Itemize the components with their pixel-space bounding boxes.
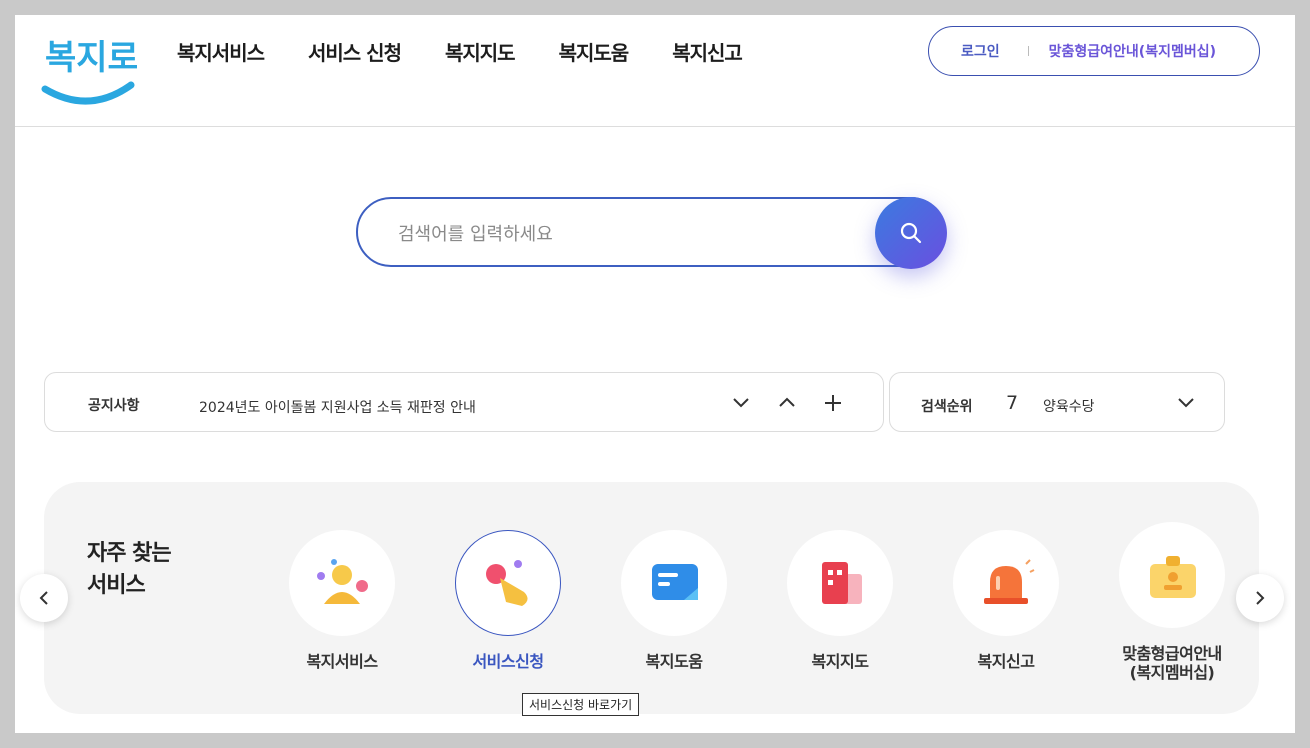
nav-welfare-report[interactable]: 복지신고 <box>672 37 743 66</box>
service-label-line1: 맞춤형급여안내 <box>1122 644 1222 663</box>
service-welfare[interactable]: 복지서비스 <box>272 530 412 671</box>
site-header: 복지로 복지서비스 서비스 신청 복지지도 복지도움 복지신고 로그인 맞춤형급… <box>15 15 1295 127</box>
tooltip: 서비스신청 바로가기 <box>522 693 640 716</box>
service-label: 복지서비스 <box>272 652 412 671</box>
search-bar <box>356 197 947 269</box>
service-label: 복지신고 <box>936 652 1076 671</box>
plus-icon[interactable] <box>823 393 843 413</box>
rank-term[interactable]: 양육수당 <box>1043 396 1095 416</box>
divider <box>1027 46 1029 56</box>
frequent-services: 자주 찾는 서비스 복지서비스 서비스신청 복지도움 복지지도 복지신고 맞춤형… <box>44 482 1259 714</box>
service-icon-circle <box>787 530 893 636</box>
service-label: 복지지도 <box>770 652 910 671</box>
service-label-line1: 복지신고 <box>977 652 1035 671</box>
hand-tap-icon <box>486 560 528 606</box>
chevron-right-icon <box>1256 591 1265 605</box>
building-icon <box>822 562 862 604</box>
rank-number: 7 <box>1006 392 1019 414</box>
services-title: 자주 찾는 서비스 <box>87 538 172 602</box>
service-map[interactable]: 복지지도 <box>770 530 910 671</box>
service-label-line1: 복지도움 <box>645 652 703 671</box>
notice-bar: 공지사항 2024년도 아이돌봄 지원사업 소득 재판정 안내 <box>44 372 884 432</box>
service-membership[interactable]: 맞춤형급여안내 (복지멤버십) <box>1102 522 1242 682</box>
service-label-line1: 복지지도 <box>811 652 869 671</box>
notice-label: 공지사항 <box>88 398 140 414</box>
chevron-down-icon[interactable] <box>1176 393 1196 413</box>
service-icon-circle <box>1119 522 1225 628</box>
service-help[interactable]: 복지도움 <box>604 530 744 671</box>
search-button[interactable] <box>875 197 947 269</box>
chevron-down-icon[interactable] <box>731 393 751 413</box>
services-title-line2: 서비스 <box>87 573 146 598</box>
person-icon <box>317 559 368 604</box>
nav-service-apply[interactable]: 서비스 신청 <box>308 37 402 66</box>
nav-welfare-help[interactable]: 복지도움 <box>559 37 630 66</box>
carousel-prev-button[interactable] <box>20 574 68 622</box>
page-frame: 복지로 복지서비스 서비스 신청 복지지도 복지도움 복지신고 로그인 맞춤형급… <box>15 15 1295 733</box>
notice-text[interactable]: 2024년도 아이돌봄 지원사업 소득 재판정 안내 <box>199 397 476 417</box>
service-label: 복지도움 <box>604 652 744 671</box>
service-apply[interactable]: 서비스신청 <box>438 530 578 671</box>
service-icon-circle <box>455 530 561 636</box>
site-logo[interactable]: 복지로 <box>41 25 139 107</box>
service-label-line2: (복지멤버십) <box>1129 663 1215 682</box>
carousel-next-button[interactable] <box>1236 574 1284 622</box>
search-icon <box>900 222 922 244</box>
search-input[interactable] <box>396 219 860 249</box>
header-account-group: 로그인 맞춤형급여안내(복지멤버십) <box>928 26 1260 76</box>
chevron-left-icon <box>39 591 48 605</box>
services-title-line1: 자주 찾는 <box>87 541 172 566</box>
chat-icon <box>652 564 698 600</box>
service-label-line1: 복지서비스 <box>306 652 378 671</box>
nav-welfare-map[interactable]: 복지지도 <box>445 37 516 66</box>
siren-icon <box>984 559 1035 604</box>
chevron-up-icon[interactable] <box>777 393 797 413</box>
logo-text: 복지로 <box>45 38 137 78</box>
service-icon-circle <box>953 530 1059 636</box>
rank-label: 검색순위 <box>921 399 973 415</box>
id-card-icon <box>1150 556 1196 598</box>
membership-button[interactable]: 맞춤형급여안내(복지멤버십) <box>1049 41 1216 61</box>
service-icon-circle <box>621 530 727 636</box>
login-button[interactable]: 로그인 <box>961 41 1000 61</box>
service-label: 맞춤형급여안내 (복지멤버십) <box>1102 644 1242 682</box>
main-nav: 복지서비스 서비스 신청 복지지도 복지도움 복지신고 <box>177 37 743 66</box>
nav-welfare-service[interactable]: 복지서비스 <box>177 37 265 66</box>
search-rank-bar: 검색순위 7 양육수당 <box>889 372 1225 432</box>
search-box <box>356 197 946 267</box>
service-label-line1: 서비스신청 <box>472 652 544 671</box>
service-report[interactable]: 복지신고 <box>936 530 1076 671</box>
service-label: 서비스신청 <box>438 652 578 671</box>
service-icon-circle <box>289 530 395 636</box>
